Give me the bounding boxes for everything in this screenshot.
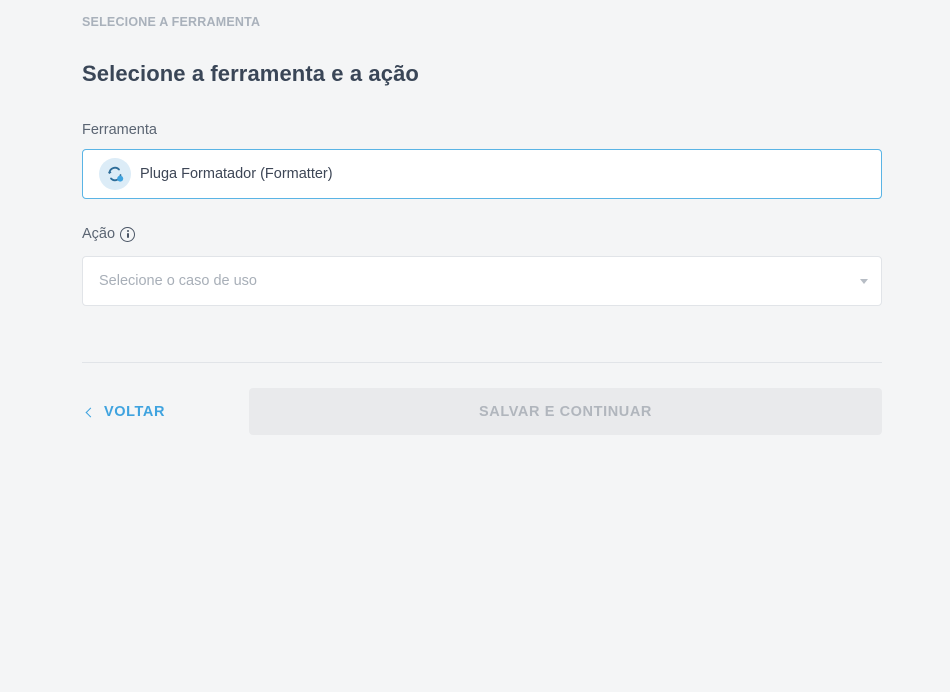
divider bbox=[82, 362, 882, 363]
action-select-placeholder: Selecione o caso de uso bbox=[99, 273, 257, 289]
tool-select-value: Pluga Formatador (Formatter) bbox=[140, 166, 333, 182]
page-title: Selecione a ferramenta e a ação bbox=[82, 61, 419, 86]
save-and-continue-button[interactable]: SALVAR E CONTINUAR bbox=[249, 388, 882, 435]
formatter-cycle-icon bbox=[99, 158, 131, 190]
tool-field-label: Ferramenta bbox=[82, 122, 157, 138]
chevron-left-icon bbox=[85, 407, 96, 417]
action-select[interactable]: Selecione o caso de uso bbox=[82, 256, 882, 306]
back-button-label: VOLTAR bbox=[104, 404, 166, 420]
action-field-label-row: Ação bbox=[82, 226, 136, 242]
step-label: SELECIONE A FERRAMENTA bbox=[82, 15, 261, 29]
info-icon[interactable] bbox=[120, 226, 136, 242]
save-button-label: SALVAR E CONTINUAR bbox=[479, 403, 652, 420]
tool-select[interactable]: Pluga Formatador (Formatter) bbox=[82, 149, 882, 199]
back-button[interactable]: VOLTAR bbox=[82, 398, 165, 426]
caret-down-icon bbox=[860, 278, 868, 284]
action-field-label: Ação bbox=[82, 226, 116, 242]
